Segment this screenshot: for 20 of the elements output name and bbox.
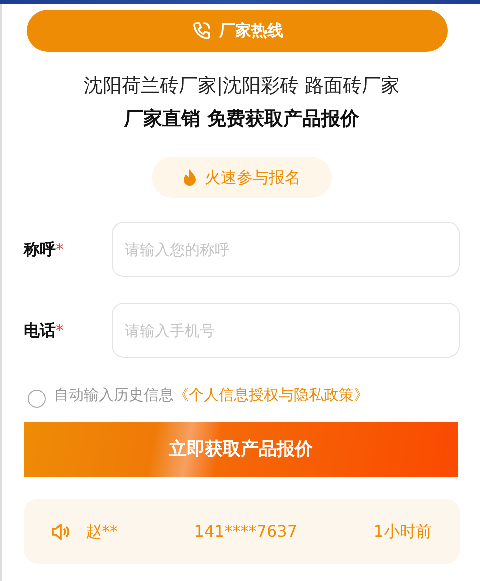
- phone-number: 141****7637: [194, 520, 298, 542]
- submit-button[interactable]: 立即获取产品报价: [24, 422, 458, 477]
- input-field[interactable]: 请输入您的称呼: [112, 222, 460, 277]
- checkbox[interactable]: [28, 390, 46, 408]
- input-field[interactable]: 请输入手机号: [112, 303, 460, 358]
- privacy-policy-link[interactable]: 《个人信息授权与隐私政策》: [174, 386, 369, 404]
- signup-button[interactable]: 火速参与报名: [152, 157, 332, 198]
- flame-icon: [183, 168, 197, 186]
- hotline-button[interactable]: 厂家热线: [27, 10, 448, 52]
- headline: 厂家直销 免费获取产品报价: [123, 106, 360, 132]
- user-name: 赵**: [86, 520, 118, 542]
- field-label: 电话: [24, 320, 56, 342]
- required-mark: *: [56, 320, 64, 342]
- consent-text: 自动输入历史信息: [54, 386, 174, 404]
- phone-icon: [192, 21, 212, 41]
- required-mark: *: [56, 238, 64, 260]
- time-ago: 1小时前: [374, 520, 432, 542]
- speaker-icon: [52, 524, 70, 540]
- field-label: 称呼: [24, 238, 56, 260]
- headline: 沈阳荷兰砖厂家|沈阳彩砖 路面砖厂家: [82, 74, 402, 99]
